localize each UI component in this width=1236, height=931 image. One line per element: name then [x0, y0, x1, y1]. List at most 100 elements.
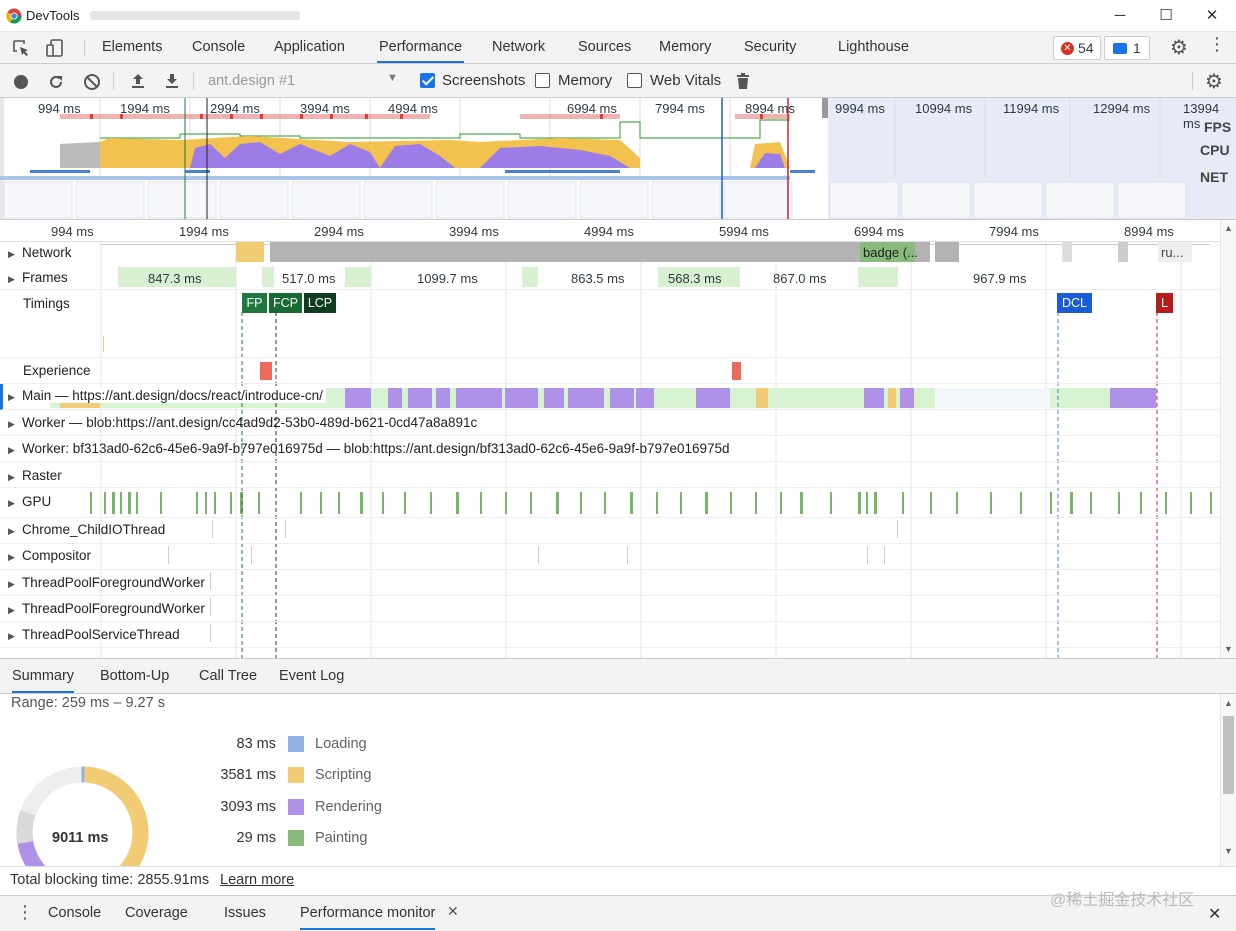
frame-duration[interactable]: 1099.7 ms: [417, 271, 478, 286]
frame-duration[interactable]: 863.5 ms: [571, 271, 624, 286]
network-request-label[interactable]: badge (...: [863, 245, 918, 260]
summary-scrollbar[interactable]: ▲ ▼: [1220, 694, 1236, 866]
tab-security[interactable]: Security: [742, 32, 798, 63]
scroll-up-arrow-icon[interactable]: ▲: [1224, 698, 1233, 708]
profile-select[interactable]: ant.design #1 ▼: [200, 70, 405, 92]
tab-event-log[interactable]: Event Log: [279, 668, 344, 684]
expand-triangle-icon[interactable]: ▶: [8, 631, 16, 642]
screenshots-checkbox[interactable]: [420, 73, 435, 88]
record-icon[interactable]: [14, 75, 28, 89]
track-threadpool-fg-1-label[interactable]: ▶ ThreadPoolForegroundWorker: [8, 575, 205, 590]
tab-lighthouse[interactable]: Lighthouse: [836, 32, 911, 63]
expand-triangle-icon[interactable]: ▶: [8, 274, 16, 285]
track-main-label[interactable]: ▶ Main — https://ant.design/docs/react/in…: [8, 388, 326, 403]
track-experience[interactable]: Experience: [0, 358, 1220, 384]
expand-triangle-icon[interactable]: ▶: [8, 392, 16, 403]
flame-chart[interactable]: 994 ms 1994 ms 2994 ms 3994 ms 4994 ms 5…: [0, 220, 1220, 658]
web-vitals-checkbox[interactable]: [627, 73, 642, 88]
drawer-tab-issues[interactable]: Issues: [224, 905, 266, 921]
learn-more-link[interactable]: Learn more: [220, 872, 294, 888]
load-marker[interactable]: L: [1156, 293, 1173, 313]
drawer-menu-icon[interactable]: ⋮: [16, 902, 34, 923]
inspect-element-icon[interactable]: [12, 39, 30, 57]
tab-performance[interactable]: Performance: [377, 32, 465, 63]
expand-triangle-icon[interactable]: ▶: [8, 579, 16, 590]
upload-icon[interactable]: [129, 72, 147, 90]
dcl-marker[interactable]: DCL: [1057, 293, 1092, 313]
expand-triangle-icon[interactable]: ▶: [8, 605, 16, 616]
lcp-marker[interactable]: LCP: [304, 293, 336, 313]
track-threadpool-fg-2[interactable]: ▶ ThreadPoolForegroundWorker: [0, 596, 1220, 622]
frame-duration[interactable]: 867.0 ms: [773, 271, 826, 286]
expand-triangle-icon[interactable]: ▶: [8, 526, 16, 537]
drawer-tab-coverage[interactable]: Coverage: [125, 905, 188, 921]
tab-application[interactable]: Application: [272, 32, 347, 63]
drawer-tab-console[interactable]: Console: [48, 905, 101, 921]
timeline-overview[interactable]: 994 ms 1994 ms 2994 ms 3994 ms 4994 ms 6…: [0, 98, 1236, 220]
memory-checkbox[interactable]: [535, 73, 550, 88]
frame-duration[interactable]: 847.3 ms: [148, 271, 201, 286]
clear-icon[interactable]: [83, 73, 101, 91]
reload-record-icon[interactable]: [47, 73, 65, 91]
device-toolbar-icon[interactable]: [45, 38, 65, 58]
track-threadpool-service-label[interactable]: ▶ ThreadPoolServiceThread: [8, 627, 180, 642]
fcp-marker[interactable]: FCP: [269, 293, 302, 313]
expand-triangle-icon[interactable]: ▶: [8, 249, 16, 260]
close-drawer-icon[interactable]: ✕: [1208, 904, 1221, 924]
frame-duration[interactable]: 517.0 ms: [282, 271, 335, 286]
collect-garbage-icon[interactable]: [735, 72, 751, 90]
maximize-button[interactable]: ☐: [1146, 4, 1186, 28]
expand-triangle-icon[interactable]: ▶: [8, 419, 16, 430]
minimize-button[interactable]: ─: [1100, 4, 1140, 28]
scroll-thumb[interactable]: [1223, 716, 1234, 794]
track-gpu[interactable]: ▶ GPU: [0, 488, 1220, 518]
track-network-label[interactable]: ▶ Network: [8, 245, 76, 260]
scroll-down-arrow-icon[interactable]: ▼: [1224, 644, 1233, 654]
tab-sources[interactable]: Sources: [576, 32, 633, 63]
flame-scrollbar[interactable]: ▲ ▼: [1220, 220, 1236, 658]
track-frames[interactable]: ▶ Frames 847.3 ms 517.0 ms 1099.7 ms 863.…: [0, 266, 1220, 290]
scroll-up-arrow-icon[interactable]: ▲: [1224, 223, 1233, 233]
drawer-tab-performance-monitor[interactable]: Performance monitor: [300, 905, 436, 930]
settings-gear-icon[interactable]: ⚙: [1170, 35, 1188, 60]
track-frames-label[interactable]: ▶ Frames: [8, 270, 68, 285]
track-compositor-label[interactable]: ▶ Compositor: [8, 548, 91, 563]
fp-marker[interactable]: FP: [242, 293, 267, 313]
frame-duration[interactable]: 967.9 ms: [973, 271, 1026, 286]
tab-bottom-up[interactable]: Bottom-Up: [100, 668, 169, 684]
tab-memory[interactable]: Memory: [657, 32, 713, 63]
track-worker-2-label[interactable]: ▶ Worker: bf313ad0-62c6-45e6-9a9f-b797e01…: [8, 441, 730, 456]
track-childio-label[interactable]: ▶ Chrome_ChildIOThread: [8, 522, 165, 537]
capture-settings-gear-icon[interactable]: ⚙: [1205, 69, 1223, 94]
track-raster[interactable]: ▶ Raster: [0, 462, 1220, 488]
more-menu-icon[interactable]: ⋮: [1208, 34, 1226, 55]
expand-triangle-icon[interactable]: ▶: [8, 445, 16, 456]
expand-triangle-icon[interactable]: ▶: [8, 498, 16, 509]
tab-console[interactable]: Console: [190, 32, 247, 63]
tab-summary[interactable]: Summary: [12, 668, 75, 693]
track-childio[interactable]: ▶ Chrome_ChildIOThread: [0, 518, 1220, 544]
tab-call-tree[interactable]: Call Tree: [199, 668, 257, 684]
network-request-label[interactable]: ru...: [1161, 245, 1183, 260]
expand-triangle-icon[interactable]: ▶: [8, 472, 16, 483]
track-gpu-label[interactable]: ▶ GPU: [8, 494, 51, 509]
track-threadpool-fg-2-label[interactable]: ▶ ThreadPoolForegroundWorker: [8, 601, 205, 616]
track-network[interactable]: ▶ Network badge (... ru...: [0, 242, 1220, 266]
track-worker-2[interactable]: ▶ Worker: bf313ad0-62c6-45e6-9a9f-b797e01…: [0, 436, 1220, 462]
track-raster-label[interactable]: ▶ Raster: [8, 468, 62, 483]
track-compositor[interactable]: ▶ Compositor: [0, 544, 1220, 570]
close-window-button[interactable]: ✕: [1192, 4, 1232, 28]
track-worker-1-label[interactable]: ▶ Worker — blob:https://ant.design/cc4ad9…: [8, 415, 477, 430]
close-tab-icon[interactable]: ✕: [447, 903, 459, 920]
track-worker-1[interactable]: ▶ Worker — blob:https://ant.design/cc4ad9…: [0, 410, 1220, 436]
download-icon[interactable]: [163, 72, 181, 90]
message-badge[interactable]: 1: [1104, 36, 1150, 60]
track-timings[interactable]: Timings FP FCP LCP DCL L: [0, 290, 1220, 358]
track-main[interactable]: ▶ Main — https://ant.design/docs/react/in…: [0, 384, 1220, 410]
frame-duration[interactable]: 568.3 ms: [668, 271, 721, 286]
scroll-down-arrow-icon[interactable]: ▼: [1224, 846, 1233, 856]
error-badge[interactable]: ✕ 54: [1053, 36, 1101, 60]
track-threadpool-fg-1[interactable]: ▶ ThreadPoolForegroundWorker: [0, 570, 1220, 596]
track-threadpool-service[interactable]: ▶ ThreadPoolServiceThread: [0, 622, 1220, 648]
tab-network[interactable]: Network: [490, 32, 547, 63]
